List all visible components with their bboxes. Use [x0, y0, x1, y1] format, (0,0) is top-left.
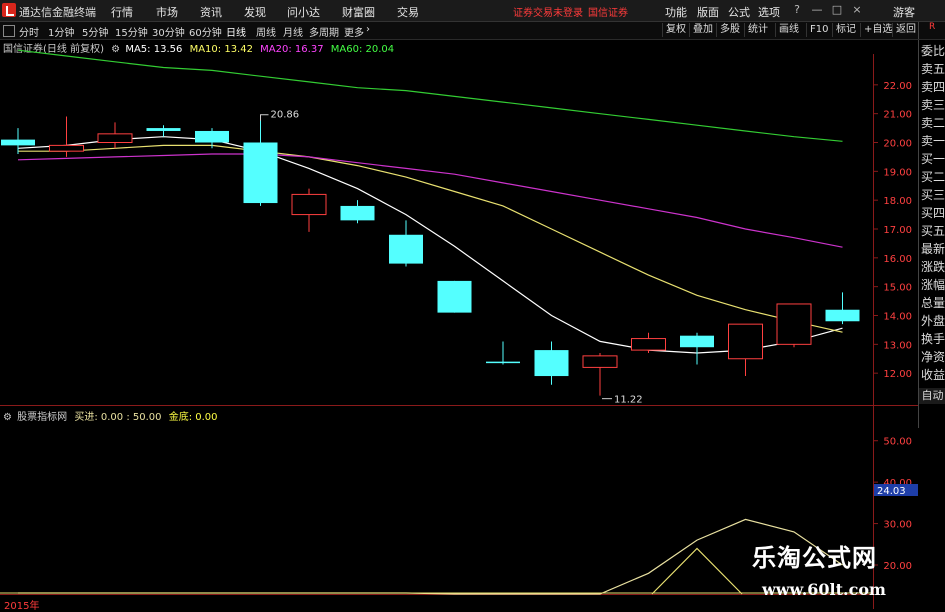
y-tick-label: 18.00 [883, 196, 912, 207]
y-tick-label: 16.00 [883, 254, 912, 265]
candle-body-up [291, 193, 327, 216]
quote-label-buy5[interactable]: 买五 [921, 224, 945, 239]
ma-line-ma10 [18, 144, 843, 333]
chart-canvas[interactable]: 12.00 13.00 14.00 15.00 16.00 17.00 18.00 19.00… [0, 0, 945, 609]
indicator-line-buy [18, 518, 843, 595]
right-panel-header: R [918, 22, 945, 39]
quote-label-sell1[interactable]: 卖一 [921, 134, 945, 149]
quote-label-weibi[interactable]: 委比 [921, 44, 945, 59]
quote-label-latest[interactable]: 最新 [921, 242, 945, 257]
candle-body-down [195, 130, 229, 143]
candle-body-down [340, 205, 375, 221]
quote-label-buy3[interactable]: 买三 [921, 188, 945, 203]
candle-body-up [728, 323, 763, 360]
ma-line-ma60 [17, 49, 843, 142]
quote-label-outer[interactable]: 外盘 [921, 314, 945, 329]
candle-body-down [486, 361, 520, 364]
y-tick-label: 19.00 [883, 167, 912, 178]
indicator-spike-golden [651, 547, 743, 595]
auto-button[interactable]: 自动 [918, 388, 945, 404]
candle-body-down [680, 335, 714, 348]
watermark-url: www.60lt.com [762, 580, 886, 599]
candle-body-down [1, 139, 35, 146]
y-tick-label: 20.00 [883, 139, 912, 150]
candle-body-down [437, 280, 472, 313]
y-tick-label: 13.00 [883, 340, 912, 351]
quote-label-buy1[interactable]: 买一 [921, 152, 945, 167]
right-quote-panel: 委比 卖五 卖四 卖三 卖二 卖一 买一 买二 买三 买四 买五 最新 涨跌 涨… [918, 40, 945, 428]
candle-body-up [49, 144, 84, 152]
indicator-y-tick-label: 50.00 [883, 437, 912, 448]
candle-body-down [389, 234, 423, 264]
indicator-y-tick-label: 20.00 [883, 561, 912, 572]
quote-label-turnover[interactable]: 换手 [921, 332, 945, 347]
y-tick-label: 14.00 [883, 312, 912, 323]
quote-label-net-assets[interactable]: 净资 [921, 350, 945, 365]
y-tick-label: 12.00 [883, 369, 912, 380]
y-tick-label: 21.00 [883, 110, 912, 121]
y-tick-label: 15.00 [883, 283, 912, 294]
quote-label-sell2[interactable]: 卖二 [921, 116, 945, 131]
y-tick-label: 22.00 [883, 81, 912, 92]
candle-body-up [776, 303, 812, 345]
quote-label-volume[interactable]: 总量 [921, 296, 945, 311]
high-marker-line [260, 114, 269, 121]
right-panel-indicator: R [929, 22, 936, 32]
ma-line-ma5 [17, 136, 843, 354]
candle-body-up [631, 338, 666, 351]
ma-line-ma20 [17, 153, 843, 248]
candle-body-up [582, 355, 618, 368]
high-marker-label: 20.86 [271, 110, 300, 121]
candle-body-down [534, 350, 569, 377]
quote-label-change-pct[interactable]: 涨幅 [921, 278, 945, 293]
watermark-title: 乐淘公式网 [752, 544, 877, 572]
quote-label-buy4[interactable]: 买四 [921, 206, 945, 221]
quote-label-earnings[interactable]: 收益 [921, 368, 945, 383]
timeline-year: 2015年 [4, 601, 40, 612]
quote-label-sell4[interactable]: 卖四 [921, 80, 945, 95]
candle-body-down [243, 142, 278, 204]
candle-body-up [97, 133, 133, 144]
candle-body-down [825, 309, 860, 322]
quote-label-buy2[interactable]: 买二 [921, 170, 945, 185]
indicator-current-value: 24.03 [877, 486, 906, 497]
indicator-y-tick-label: 30.00 [883, 520, 912, 531]
low-marker-label: 11.22 [614, 395, 643, 406]
quote-label-sell5[interactable]: 卖五 [921, 62, 945, 77]
candle-body-down [146, 128, 181, 131]
quote-label-sell3[interactable]: 卖三 [921, 98, 945, 113]
quote-label-change[interactable]: 涨跌 [921, 260, 945, 275]
y-tick-label: 17.00 [883, 225, 912, 236]
